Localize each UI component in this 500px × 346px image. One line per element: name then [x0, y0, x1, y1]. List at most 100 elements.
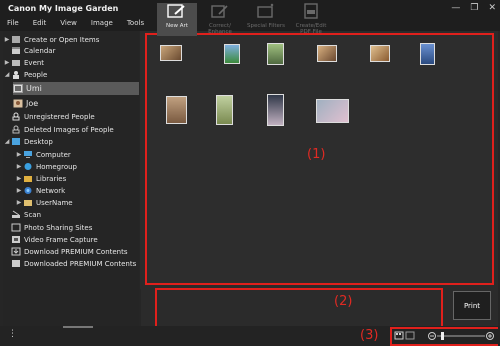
sidebar-item-joe[interactable]: Joe — [13, 97, 139, 110]
sidebar-item-deleted-images[interactable]: Deleted Images of People — [3, 124, 139, 135]
zoom-in-icon[interactable] — [486, 332, 494, 340]
video-frame-icon — [12, 236, 20, 243]
person-icon — [13, 71, 19, 79]
expand-arrow-icon[interactable]: ▶ — [15, 175, 23, 182]
expand-arrow-icon[interactable]: ▶ — [15, 187, 23, 194]
detail-view-icon[interactable] — [405, 331, 415, 340]
expand-arrow-icon[interactable]: ▶ — [15, 151, 23, 158]
menu-file[interactable]: File — [0, 18, 26, 31]
sidebar-item-label: People — [24, 70, 48, 79]
sidebar-item-libraries[interactable]: ▶ Libraries — [15, 173, 151, 184]
callout-label-2: (2) — [334, 294, 353, 309]
window-title: Canon My Image Garden — [8, 4, 119, 13]
create-edit-pdf-button[interactable]: Create/Edit PDF File — [291, 3, 331, 36]
menu-edit[interactable]: Edit — [26, 18, 54, 31]
photo-thumbnail[interactable] — [317, 45, 337, 62]
restore-icon[interactable]: ❐ — [470, 3, 478, 13]
photo-thumbnail[interactable] — [316, 99, 349, 123]
sidebar-item-computer[interactable]: ▶ Computer — [15, 149, 151, 160]
expand-arrow-icon[interactable]: ▶ — [15, 163, 23, 170]
desktop-icon — [12, 138, 20, 145]
zoom-out-icon[interactable] — [428, 332, 436, 340]
view-controls — [394, 331, 494, 340]
sidebar-item-label: Downloaded PREMIUM Contents — [24, 259, 137, 268]
collapse-arrow-icon[interactable]: ◢ — [3, 71, 11, 78]
unregistered-person-icon — [12, 112, 20, 121]
download-icon — [11, 247, 21, 256]
expand-arrow-icon[interactable]: ▶ — [15, 199, 23, 206]
photo-thumbnail[interactable] — [420, 43, 435, 65]
minimize-icon[interactable]: — — [451, 3, 460, 13]
correct-enhance-label: Correct/ Enhance — [208, 23, 232, 35]
sidebar-item-unregistered-people[interactable]: Unregistered People — [3, 111, 139, 122]
photo-thumbnail[interactable] — [160, 45, 182, 61]
sidebar-item-people[interactable]: ◢ People — [3, 69, 139, 80]
sidebar-item-download-premium[interactable]: Download PREMIUM Contents — [3, 246, 139, 257]
deleted-person-icon — [12, 125, 20, 134]
sidebar-item-label: Homegroup — [36, 162, 78, 171]
user-folder-icon — [24, 200, 32, 206]
sidebar-item-calendar[interactable]: Calendar — [3, 45, 139, 56]
scan-icon — [12, 210, 20, 218]
sidebar-item-label: Create or Open Items — [24, 35, 100, 44]
photo-thumbnail[interactable] — [267, 94, 284, 126]
photo-thumbnail[interactable] — [224, 44, 240, 64]
library-icon — [24, 176, 32, 182]
sidebar-item-label: Joe — [26, 99, 39, 108]
close-icon[interactable]: ✕ — [488, 3, 496, 13]
sidebar-item-label: Calendar — [24, 46, 56, 55]
toolbar-highlight — [155, 288, 443, 328]
sidebar-item-label: Computer — [36, 150, 71, 159]
sidebar-item-downloaded-premium[interactable]: Downloaded PREMIUM Contents — [3, 258, 139, 269]
sidebar-item-desktop[interactable]: ◢ Desktop — [3, 136, 139, 147]
sidebar-item-label: Deleted Images of People — [24, 125, 114, 134]
sidebar-item-label: Event — [24, 58, 45, 67]
homegroup-icon — [24, 163, 32, 170]
print-button[interactable]: Print — [453, 291, 491, 320]
sidebar-item-label: Desktop — [24, 137, 53, 146]
sidebar-item-homegroup[interactable]: ▶ Homegroup — [15, 161, 151, 172]
new-art-button[interactable]: New Art — [157, 3, 197, 36]
correct-enhance-icon — [211, 5, 228, 18]
sidebar-item-create-or-open[interactable]: ▶ Create or Open Items — [3, 34, 139, 45]
special-filters-icon — [257, 3, 274, 18]
thumbnail-view-icon[interactable] — [394, 331, 404, 340]
sidebar-item-umi[interactable]: Umi — [13, 82, 139, 95]
sidebar-item-event[interactable]: ▶ Event — [3, 57, 139, 68]
person-photo-icon — [13, 99, 23, 108]
new-art-icon — [167, 4, 185, 18]
collapse-arrow-icon[interactable]: ◢ — [3, 138, 11, 145]
sidebar-item-label: Network — [36, 186, 66, 195]
photo-thumbnail[interactable] — [166, 96, 187, 124]
sidebar-scrollbar[interactable] — [3, 326, 139, 329]
sidebar-item-video-frame[interactable]: Video Frame Capture — [3, 234, 139, 245]
photo-thumbnail[interactable] — [216, 95, 233, 125]
special-filters-label: Special Filters — [246, 23, 286, 29]
sidebar-item-photo-sharing[interactable]: Photo Sharing Sites — [3, 222, 139, 233]
sidebar-item-scan[interactable]: Scan — [3, 209, 139, 220]
sidebar-item-label: Umi — [26, 84, 42, 93]
sidebar-item-username[interactable]: ▶ UserName — [15, 197, 151, 208]
pdf-icon — [304, 3, 318, 19]
sidebar-item-label: Download PREMIUM Contents — [24, 247, 128, 256]
person-photo-icon — [13, 84, 23, 93]
photo-thumbnail[interactable] — [267, 43, 284, 65]
sidebar: ▶ Create or Open Items Calendar ▶ Event … — [3, 31, 139, 326]
photo-thumbnail[interactable] — [370, 45, 390, 62]
sidebar-item-label: Scan — [24, 210, 42, 219]
menu-image[interactable]: Image — [84, 18, 120, 31]
callout-label-1: (1) — [307, 147, 326, 162]
event-icon — [12, 60, 20, 66]
expand-arrow-icon[interactable]: ▶ — [3, 59, 11, 66]
create-edit-pdf-label: Create/Edit PDF File — [295, 23, 327, 35]
sidebar-item-label: UserName — [36, 198, 73, 207]
sidebar-item-label: Libraries — [36, 174, 67, 183]
zoom-slider-handle[interactable] — [441, 332, 444, 340]
menu-view[interactable]: View — [53, 18, 84, 31]
special-filters-button[interactable]: Special Filters — [246, 3, 286, 36]
sidebar-item-network[interactable]: ▶ Network — [15, 185, 151, 196]
menu-tools[interactable]: Tools — [120, 18, 151, 31]
correct-enhance-button[interactable]: Correct/ Enhance — [200, 3, 240, 36]
expand-arrow-icon[interactable]: ▶ — [3, 36, 11, 43]
more-options-icon[interactable]: ⋮ — [8, 329, 17, 339]
